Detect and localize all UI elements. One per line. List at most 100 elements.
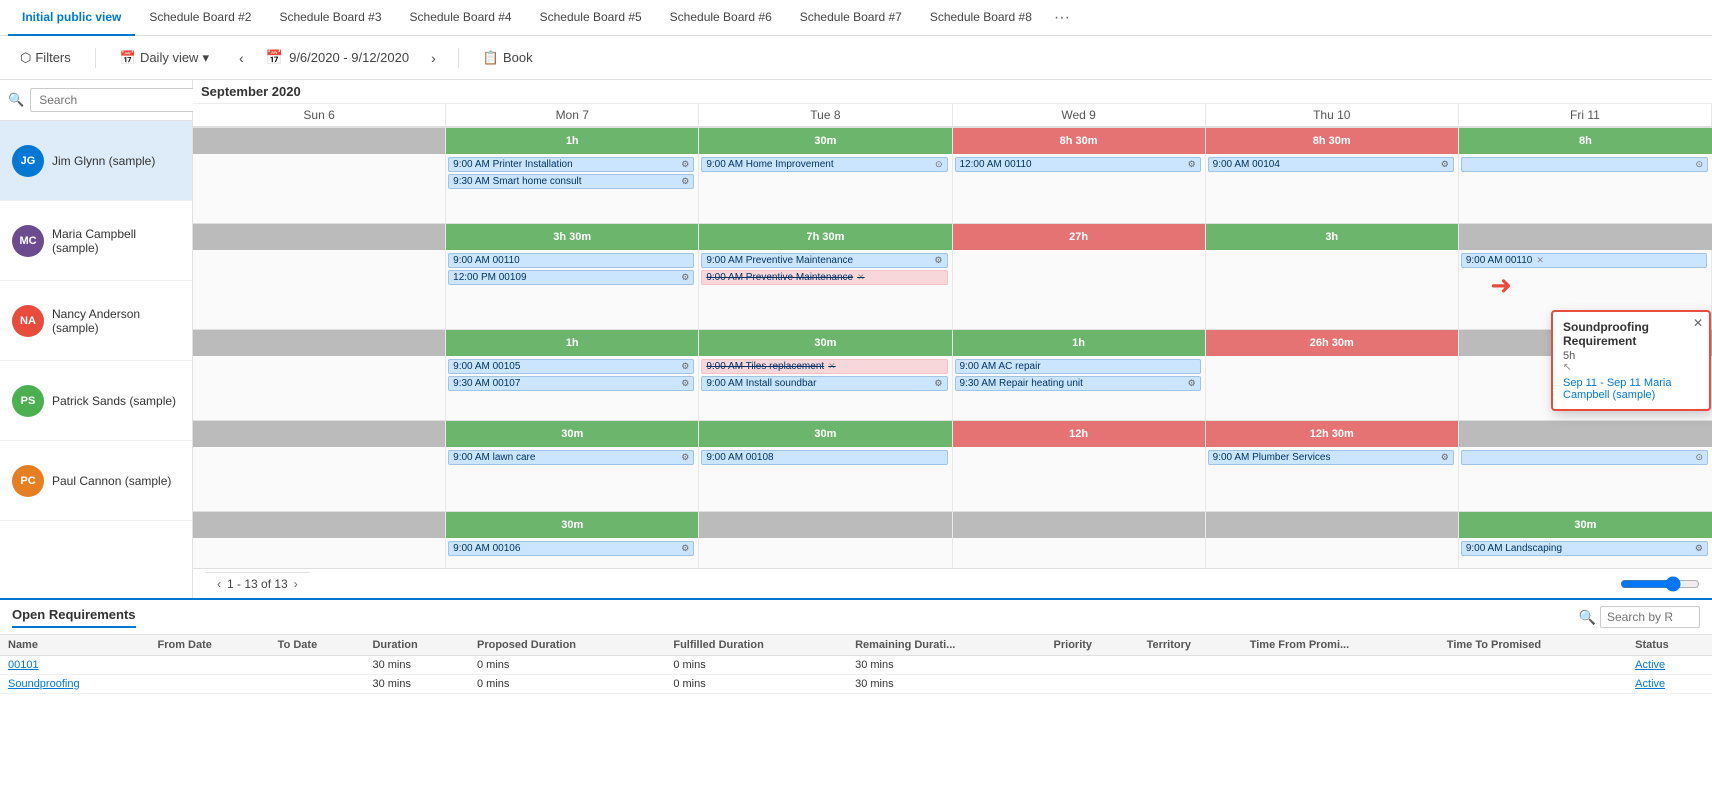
event-time-striked: 9:00 AM Preventive Maintenance <box>706 272 853 283</box>
col-time-to-promised: Time To Promised <box>1439 635 1627 656</box>
bottom-panel-header: Open Requirements 🔍 <box>0 600 1712 635</box>
event-fri11-2[interactable]: ⊙ <box>1461 450 1708 465</box>
search-icon: 🔍 <box>8 92 24 108</box>
tab-initial-public-view[interactable]: Initial public view <box>8 0 135 36</box>
jim-glynn-summary-row: 1h 30m 8h 30m 8h 30m 8h <box>193 128 1712 154</box>
day-header-mon7: Mon 7 <box>446 104 699 127</box>
row-priority <box>1046 656 1139 675</box>
event-00110-wed[interactable]: 12:00 AM 00110 ⚙ <box>955 157 1201 172</box>
event-settings-icon: ⚙ <box>1188 159 1196 170</box>
event-00106[interactable]: 9:00 AM 00106 ⚙ <box>448 541 694 556</box>
event-settings-icon: ⚙ <box>681 176 689 187</box>
ps-events-wed9 <box>953 447 1206 511</box>
close-icon[interactable]: ✕ <box>857 272 865 283</box>
row-name-00101[interactable]: 00101 <box>0 656 149 675</box>
resource-name-jim-glynn: Jim Glynn (sample) <box>52 154 155 168</box>
filters-button[interactable]: ⬡ Filters <box>12 46 79 70</box>
summary-tue8-jim: 30m <box>699 128 952 154</box>
event-time: 12:00 AM 00110 <box>960 159 1032 170</box>
ps-events-sun6 <box>193 447 446 511</box>
filters-label: Filters <box>35 50 70 65</box>
mc-events-tue8: 9:00 AM Preventive Maintenance ⚙ 9:00 AM… <box>699 250 952 329</box>
summary-sun6-mc <box>193 224 446 250</box>
summary-thu10-na: 26h 30m <box>1206 330 1459 356</box>
mc-events-thu10 <box>1206 250 1459 329</box>
event-settings-icon: ⚙ <box>934 255 942 266</box>
close-icon-2[interactable]: ✕ <box>1536 255 1544 266</box>
popover-close-button[interactable]: ✕ <box>1693 316 1703 330</box>
resource-item-jim-glynn[interactable]: JG Jim Glynn (sample) <box>0 121 192 201</box>
tab-schedule-board-6[interactable]: Schedule Board #6 <box>656 0 786 36</box>
event-tiles-replacement[interactable]: 9:00 AM Tiles replacement ✕ <box>701 359 947 374</box>
resource-item-nancy-anderson[interactable]: NA Nancy Anderson (sample) <box>0 281 192 361</box>
event-time: 9:00 AM 00110 <box>453 255 520 266</box>
col-status: Status <box>1627 635 1712 656</box>
mc-events-wed9 <box>953 250 1206 329</box>
day-header-tue8: Tue 8 <box>699 104 952 127</box>
event-preventive-maintenance-2[interactable]: 9:00 AM Preventive Maintenance ✕ <box>701 270 947 285</box>
open-requirements-title: Open Requirements <box>12 607 136 628</box>
event-home-improvement[interactable]: 9:00 AM Home Improvement ⊙ <box>701 157 947 172</box>
event-printer-installation[interactable]: 9:00 AM Printer Installation ⚙ <box>448 157 694 172</box>
row-priority <box>1046 675 1139 694</box>
row-name-soundproofing[interactable]: Soundproofing <box>0 675 149 694</box>
row-status[interactable]: Active <box>1627 656 1712 675</box>
event-fri11-nav[interactable]: ⊙ <box>1461 157 1708 172</box>
event-00107[interactable]: 9:30 AM 00107 ⚙ <box>448 376 694 391</box>
view-selector[interactable]: 📅 Daily view ▾ <box>112 46 217 70</box>
event-00104[interactable]: 9:00 AM 00104 ⚙ <box>1208 157 1454 172</box>
event-00109[interactable]: 12:00 PM 00109 ⚙ <box>448 270 694 285</box>
next-page-button[interactable]: › <box>294 577 298 591</box>
row-status[interactable]: Active <box>1627 675 1712 694</box>
zoom-slider-area <box>1620 576 1700 592</box>
resource-name-nancy-anderson: Nancy Anderson (sample) <box>52 307 180 335</box>
event-ac-repair[interactable]: 9:00 AM AC repair <box>955 359 1201 374</box>
day-header-wed9: Wed 9 <box>953 104 1206 127</box>
close-icon-3[interactable]: ✕ <box>828 361 836 372</box>
resource-item-paul-cannon[interactable]: PC Paul Cannon (sample) <box>0 441 192 521</box>
event-repair-heating[interactable]: 9:30 AM Repair heating unit ⚙ <box>955 376 1201 391</box>
event-time: 9:00 AM Preventive Maintenance <box>706 255 853 266</box>
tab-schedule-board-7[interactable]: Schedule Board #7 <box>786 0 916 36</box>
col-to-date: To Date <box>270 635 365 656</box>
tab-schedule-board-4[interactable]: Schedule Board #4 <box>396 0 526 36</box>
tab-schedule-board-5[interactable]: Schedule Board #5 <box>526 0 656 36</box>
resource-list: JG Jim Glynn (sample) MC Maria Campbell … <box>0 121 192 598</box>
resource-item-patrick-sands[interactable]: PS Patrick Sands (sample) <box>0 361 192 441</box>
date-range-display[interactable]: 📅 9/6/2020 - 9/12/2020 <box>266 49 409 66</box>
row-territory <box>1139 656 1242 675</box>
next-date-button[interactable]: › <box>425 46 442 70</box>
event-lawn-care[interactable]: 9:00 AM lawn care ⚙ <box>448 450 694 465</box>
na-events-mon7: 9:00 AM 00105 ⚙ 9:30 AM 00107 ⚙ <box>446 356 699 420</box>
mc-events-fri11: 9:00 AM 00110 ✕ ✕ Soundproofing Requirem… <box>1459 250 1712 329</box>
event-landscaping[interactable]: 9:00 AM Landscaping ⚙ <box>1461 541 1708 556</box>
search-icon-bottom: 🔍 <box>1579 609 1596 626</box>
more-tabs-button[interactable]: ··· <box>1046 9 1078 27</box>
event-time: 9:00 AM Install soundbar <box>706 378 816 389</box>
prev-date-button[interactable]: ‹ <box>233 46 250 70</box>
event-00110-fri-active[interactable]: 9:00 AM 00110 ✕ <box>1461 253 1707 268</box>
summary-wed9-jim: 8h 30m <box>953 128 1206 154</box>
tab-schedule-board-2[interactable]: Schedule Board #2 <box>135 0 265 36</box>
nancy-anderson-summary-row: 1h 30m 1h 26h 30m 2h 30m <box>193 330 1712 356</box>
book-button[interactable]: 📋 Book <box>475 46 541 70</box>
bottom-search-input[interactable] <box>1600 606 1700 628</box>
prev-page-button[interactable]: ‹ <box>217 577 221 591</box>
soundproofing-popover: ✕ Soundproofing Requirement 5h ↖ Sep 11 … <box>1551 310 1711 411</box>
event-install-soundbar[interactable]: 9:00 AM Install soundbar ⚙ <box>701 376 947 391</box>
event-00108[interactable]: 9:00 AM 00108 <box>701 450 947 465</box>
zoom-slider[interactable] <box>1620 576 1700 592</box>
event-00105[interactable]: 9:00 AM 00105 ⚙ <box>448 359 694 374</box>
event-plumber-services[interactable]: 9:00 AM Plumber Services ⚙ <box>1208 450 1454 465</box>
resource-item-maria-campbell[interactable]: MC Maria Campbell (sample) <box>0 201 192 281</box>
tab-schedule-board-8[interactable]: Schedule Board #8 <box>916 0 1046 36</box>
event-time: 9:00 AM 00105 <box>453 361 520 372</box>
event-00110-mon[interactable]: 9:00 AM 00110 <box>448 253 694 268</box>
event-smart-home[interactable]: 9:30 AM Smart home consult ⚙ <box>448 174 694 189</box>
col-from-date: From Date <box>149 635 269 656</box>
summary-fri11-ps <box>1459 421 1712 447</box>
event-preventive-maintenance[interactable]: 9:00 AM Preventive Maintenance ⚙ <box>701 253 947 268</box>
tab-schedule-board-3[interactable]: Schedule Board #3 <box>265 0 395 36</box>
event-settings-icon: ⚙ <box>681 272 689 283</box>
search-input[interactable] <box>30 88 203 112</box>
